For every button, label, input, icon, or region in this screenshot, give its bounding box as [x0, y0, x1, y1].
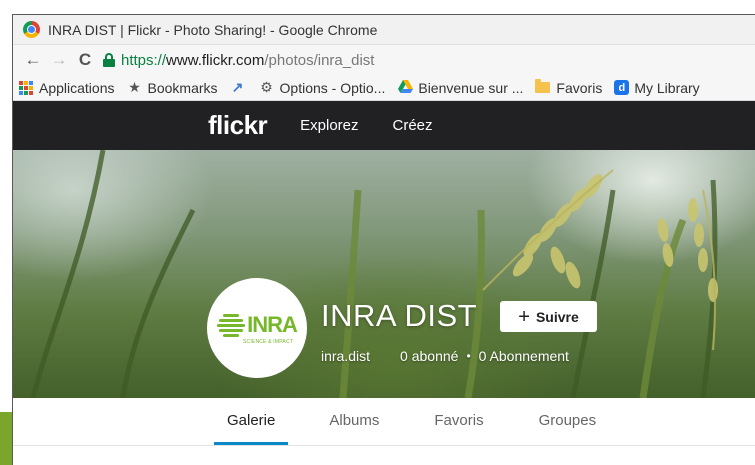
bookmark-label: Bienvenue sur ... [418, 79, 524, 96]
profile-tabs: Galerie Albums Favoris Groupes [13, 398, 755, 446]
address-bar[interactable]: https://www.flickr.com/photos/inra_dist [103, 48, 374, 72]
avatar[interactable]: INRA SCIENCE & IMPACT [207, 278, 307, 378]
bookmark-label: Applications [39, 79, 115, 96]
lock-icon [103, 53, 115, 67]
bookmark-options[interactable]: ⚙ Options - Optio... [259, 79, 386, 96]
bookmark-bookmarks[interactable]: ★ Bookmarks [127, 79, 218, 96]
folder-icon [535, 79, 551, 93]
inra-logo: INRA [217, 311, 298, 338]
flickr-header: flickr Explorez Créez [13, 101, 755, 150]
reload-icon[interactable]: C [73, 48, 97, 72]
tab-galerie[interactable]: Galerie [213, 397, 289, 445]
url-scheme: https:// [121, 51, 167, 69]
profile-name: INRA DIST [321, 298, 478, 333]
url-path: /photos/inra_dist [264, 51, 375, 69]
following-count[interactable]: 0 Abonnement [479, 348, 569, 364]
cover-photo: INRA SCIENCE & IMPACT INRA DIST + Suivre… [13, 150, 755, 398]
bookmarks-bar: Applications ★ Bookmarks ↗ ⚙ Options - O… [13, 75, 755, 101]
url-host: www.flickr.com [166, 51, 265, 69]
drive-icon [397, 79, 413, 96]
follow-button[interactable]: + Suivre [500, 301, 597, 332]
bookmark-label: Options - Optio... [279, 79, 386, 96]
bookmark-applications[interactable]: Applications [19, 80, 115, 96]
inra-logo-icon [217, 312, 246, 338]
back-arrow-icon[interactable]: ← [21, 48, 45, 72]
inra-logo-subtitle: SCIENCE & IMPACT [242, 338, 294, 345]
bookmark-label: Favoris [556, 79, 603, 96]
tab-favoris[interactable]: Favoris [434, 397, 483, 445]
tab-albums[interactable]: Albums [329, 397, 379, 445]
chrome-window: INRA DIST | Flickr - Photo Sharing! - Go… [12, 14, 755, 465]
d-app-icon: d [614, 80, 630, 95]
inra-logo-text: INRA [247, 311, 298, 337]
bookmark-bienvenue[interactable]: Bienvenue sur ... [397, 79, 524, 96]
bookmark-favoris[interactable]: Favoris [535, 79, 603, 96]
tab-groupes[interactable]: Groupes [539, 397, 597, 445]
bookmark-pin[interactable]: ↗ [230, 79, 251, 96]
profile-username: inra.dist [321, 348, 371, 364]
bookmark-label: My Library [634, 79, 700, 96]
gear-icon: ⚙ [260, 79, 273, 95]
screen: INRA DIST | Flickr - Photo Sharing! - Go… [0, 0, 755, 465]
bookmark-label: Bookmarks [147, 79, 218, 96]
profile-stats: inra.dist 0 abonné • 0 Abonnement [321, 348, 569, 364]
nav-creez[interactable]: Créez [393, 117, 433, 134]
plus-icon: + [518, 305, 530, 328]
chrome-icon [23, 21, 40, 38]
nav-explorez[interactable]: Explorez [300, 117, 358, 134]
flickr-logo[interactable]: flickr [208, 110, 268, 141]
followers-count[interactable]: 0 abonné [400, 348, 458, 364]
bookmark-pin-icon: ↗ [231, 79, 244, 95]
star-icon: ★ [128, 79, 141, 95]
background-green-block [0, 412, 12, 465]
browser-toolbar: ← → C https://www.flickr.com/photos/inra… [13, 45, 755, 75]
apps-icon [19, 80, 33, 95]
window-title: INRA DIST | Flickr - Photo Sharing! - Go… [48, 21, 378, 38]
forward-arrow-icon[interactable]: → [47, 48, 71, 72]
separator-dot: • [466, 349, 471, 363]
window-titlebar[interactable]: INRA DIST | Flickr - Photo Sharing! - Go… [13, 15, 755, 45]
bookmark-my-library[interactable]: d My Library [614, 79, 700, 96]
background-left-edge [0, 18, 12, 465]
follow-label: Suivre [535, 308, 579, 325]
